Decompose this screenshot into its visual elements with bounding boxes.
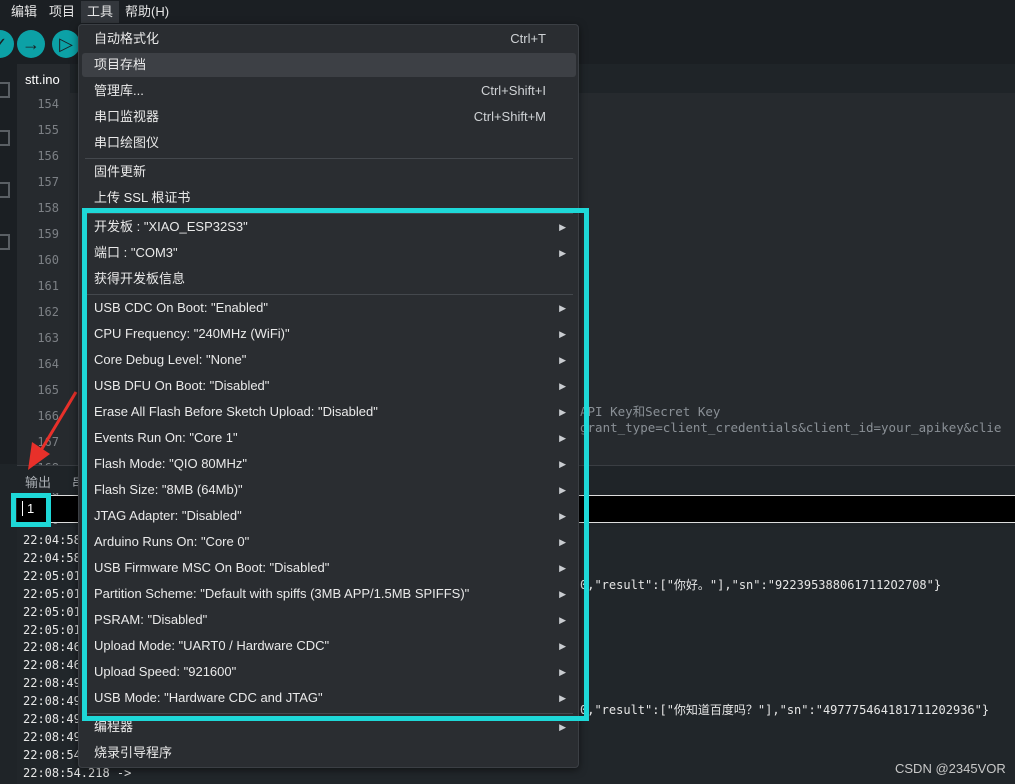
menu-item[interactable]: Flash Mode: "QIO 80MHz" ▶: [82, 452, 576, 476]
chevron-right-icon: ▶: [559, 355, 566, 365]
menu-item-label: Partition Scheme: "Default with spiffs (…: [94, 586, 470, 601]
menu-item-label: Erase All Flash Before Sketch Upload: "D…: [94, 404, 378, 419]
chevron-right-icon: ▶: [559, 693, 566, 703]
menu-item-label: 固件更新: [94, 164, 147, 179]
menu-item[interactable]: USB CDC On Boot: "Enabled" ▶: [82, 296, 576, 320]
menu-separator: [85, 294, 573, 295]
menu-item-label: 上传 SSL 根证书: [94, 190, 191, 205]
menu-item[interactable]: USB Firmware MSC On Boot: "Disabled" ▶: [82, 556, 576, 580]
menu-separator: [85, 213, 573, 214]
menu-item[interactable]: Partition Scheme: "Default with spiffs (…: [82, 582, 576, 606]
menu-item-label: Arduino Runs On: "Core 0": [94, 534, 250, 549]
tools-menu: 自动格式化 Ctrl+T 项目存档管理库... Ctrl+Shift+I 串口监视器 Ct…: [78, 24, 579, 768]
menu-item-label: 获得开发板信息: [94, 271, 186, 286]
chevron-right-icon: ▶: [559, 407, 566, 417]
menu-item-label: USB DFU On Boot: "Disabled": [94, 378, 270, 393]
menu-item-label: Flash Size: "8MB (64Mb)": [94, 482, 243, 497]
chevron-right-icon: ▶: [559, 641, 566, 651]
menu-item[interactable]: Arduino Runs On: "Core 0" ▶: [82, 530, 576, 554]
chevron-right-icon: ▶: [559, 248, 566, 258]
menu-item[interactable]: 管理库... Ctrl+Shift+I: [82, 79, 576, 103]
chevron-right-icon: ▶: [559, 511, 566, 521]
chevron-right-icon: ▶: [559, 563, 566, 573]
menu-item-label: Upload Mode: "UART0 / Hardware CDC": [94, 638, 330, 653]
menu-item[interactable]: 固件更新: [82, 160, 576, 184]
menu-item-label: Flash Mode: "QIO 80MHz": [94, 456, 247, 471]
menu-item-label: 开发板 : "XIAO_ESP32S3": [94, 219, 248, 234]
menu-item[interactable]: 串口监视器 Ctrl+Shift+M: [82, 105, 576, 129]
menu-item-label: Events Run On: "Core 1": [94, 430, 238, 445]
menu-item[interactable]: Flash Size: "8MB (64Mb)" ▶: [82, 478, 576, 502]
menu-item-label: 端口 : "COM3": [94, 245, 178, 260]
menu-item[interactable]: PSRAM: "Disabled" ▶: [82, 608, 576, 632]
menu-item-label: 自动格式化: [94, 31, 160, 46]
menu-item-label: USB CDC On Boot: "Enabled": [94, 300, 268, 315]
menu-item-label: 烧录引导程序: [94, 745, 173, 760]
chevron-right-icon: ▶: [559, 303, 566, 313]
menu-item[interactable]: 端口 : "COM3" ▶: [82, 241, 576, 265]
menu-item[interactable]: Upload Mode: "UART0 / Hardware CDC" ▶: [82, 634, 576, 658]
menu-item[interactable]: 编程器 ▶: [82, 715, 576, 739]
chevron-right-icon: ▶: [559, 329, 566, 339]
menu-item[interactable]: JTAG Adapter: "Disabled" ▶: [82, 504, 576, 528]
menu-item-label: Upload Speed: "921600": [94, 664, 237, 679]
menu-item-label: 编程器: [94, 719, 134, 734]
shortcut: Ctrl+Shift+I: [480, 83, 546, 98]
chevron-right-icon: ▶: [559, 485, 566, 495]
chevron-right-icon: ▶: [559, 589, 566, 599]
menu-item-label: 串口监视器: [94, 109, 160, 124]
menu-separator: [85, 713, 573, 714]
menu-item-label: USB Mode: "Hardware CDC and JTAG": [94, 690, 323, 705]
menu-item[interactable]: Erase All Flash Before Sketch Upload: "D…: [82, 400, 576, 424]
menu-item[interactable]: 串口绘图仪: [82, 131, 576, 155]
shortcut: Ctrl+Shift+M: [473, 109, 546, 124]
menu-item[interactable]: CPU Frequency: "240MHz (WiFi)" ▶: [82, 322, 576, 346]
menu-item[interactable]: 获得开发板信息: [82, 267, 576, 291]
menu-item-label: PSRAM: "Disabled": [94, 612, 208, 627]
chevron-right-icon: ▶: [559, 381, 566, 391]
menu-item[interactable]: USB DFU On Boot: "Disabled" ▶: [82, 374, 576, 398]
chevron-right-icon: ▶: [559, 667, 566, 677]
menu-item[interactable]: 开发板 : "XIAO_ESP32S3" ▶: [82, 215, 576, 239]
menu-item-label: 管理库...: [94, 83, 144, 98]
menu-item-label: JTAG Adapter: "Disabled": [94, 508, 242, 523]
chevron-right-icon: ▶: [559, 615, 566, 625]
menu-item[interactable]: USB Mode: "Hardware CDC and JTAG" ▶: [82, 686, 576, 710]
chevron-right-icon: ▶: [559, 537, 566, 547]
chevron-right-icon: ▶: [559, 433, 566, 443]
menu-item-label: 串口绘图仪: [94, 135, 160, 150]
menu-item-label: CPU Frequency: "240MHz (WiFi)": [94, 326, 290, 341]
menu-item-label: 项目存档: [94, 57, 147, 72]
chevron-right-icon: ▶: [559, 722, 566, 732]
menu-item[interactable]: 烧录引导程序: [82, 741, 576, 765]
watermark: CSDN @2345VOR: [895, 761, 1006, 776]
menu-item[interactable]: Upload Speed: "921600" ▶: [82, 660, 576, 684]
menu-item[interactable]: Events Run On: "Core 1" ▶: [82, 426, 576, 450]
menu-item-label: USB Firmware MSC On Boot: "Disabled": [94, 560, 330, 575]
menu-separator: [85, 158, 573, 159]
menu-item-label: Core Debug Level: "None": [94, 352, 247, 367]
menu-item[interactable]: 项目存档: [82, 53, 576, 77]
chevron-right-icon: ▶: [559, 222, 566, 232]
shortcut: Ctrl+T: [510, 31, 546, 46]
menu-item[interactable]: 自动格式化 Ctrl+T: [82, 27, 576, 51]
menu-item[interactable]: Core Debug Level: "None" ▶: [82, 348, 576, 372]
menu-item[interactable]: 上传 SSL 根证书: [82, 186, 576, 210]
chevron-right-icon: ▶: [559, 459, 566, 469]
